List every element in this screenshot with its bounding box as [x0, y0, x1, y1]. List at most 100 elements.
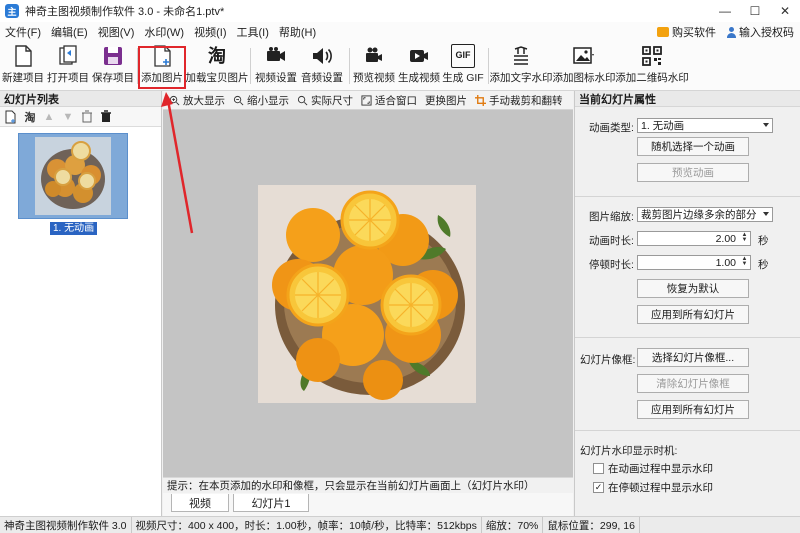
save-project-button[interactable]: 保存项目 — [92, 44, 134, 88]
menu-view[interactable]: 视图(V) — [93, 24, 140, 40]
zoom-out-button[interactable]: 缩小显示 — [233, 93, 289, 108]
frame-label: 幻灯片像框: — [580, 354, 636, 366]
spinner-arrows-icon[interactable]: ▲ ▼ — [740, 256, 749, 268]
apply-frame-all-button[interactable]: 应用到所有幻灯片 — [637, 400, 749, 419]
menu-video[interactable]: 视频(I) — [189, 24, 231, 40]
add-image-watermark-button[interactable]: 添加图标水印 — [553, 44, 616, 88]
tab-slide-1[interactable]: 幻灯片1 — [233, 494, 309, 512]
anim-duration-input[interactable]: 2.00 ▲ ▼ — [637, 231, 751, 246]
menu-edit[interactable]: 编辑(E) — [46, 24, 93, 40]
video-settings-button[interactable]: 视频设置 — [254, 44, 298, 88]
menu-tools[interactable]: 工具(I) — [232, 24, 274, 40]
add-image-highlight — [138, 46, 186, 89]
new-file-icon — [15, 45, 32, 67]
window-title: 神奇主图视频制作软件 3.0 - 未命名1.ptv* — [25, 6, 225, 18]
add-qr-watermark-button[interactable]: 添加二维码水印 — [615, 44, 689, 88]
show-during-pause-checkbox[interactable]: ✓ 在停顿过程中显示水印 — [593, 480, 713, 495]
view-toolbar: 放大显示 缩小显示 实际尺寸 适合窗口 更换图片 手动裁剪和翻转 — [163, 91, 573, 110]
crop-flip-button[interactable]: 手动裁剪和翻转 — [475, 93, 563, 108]
status-zoom: 缩放：70% — [482, 516, 544, 533]
actual-size-button[interactable]: 实际尺寸 — [297, 93, 353, 108]
hint-text: 提示：在本页添加的水印和像框，只会显示在当前幻灯片画面上（幻灯片水印） — [163, 477, 573, 493]
save-disk-icon — [104, 47, 122, 65]
show-during-anim-checkbox[interactable]: 在动画过程中显示水印 — [593, 461, 713, 476]
minimize-button[interactable]: — — [710, 0, 740, 22]
buy-label: 购买软件 — [672, 27, 716, 39]
slide-properties-panel: 当前幻灯片属性 动画类型: 1. 无动画 随机选择一个动画 预览动画 图片缩放:… — [574, 91, 800, 516]
preview-video-button[interactable]: 预览视频 — [352, 44, 396, 88]
properties-title: 当前幻灯片属性 — [575, 91, 800, 107]
actual-size-icon — [297, 95, 308, 105]
select-frame-button[interactable]: 选择幻灯片像框... — [637, 348, 749, 367]
slide-thumbnail-image — [35, 137, 111, 215]
license-label: 输入授权码 — [739, 27, 794, 39]
reset-default-button[interactable]: 恢复为默认 — [637, 279, 749, 298]
speaker-icon — [313, 48, 332, 64]
title-bar: 主 神奇主图视频制作软件 3.0 - 未命名1.ptv* — ☐ ✕ — [0, 0, 800, 22]
watermark-time-label: 幻灯片水印显示时机: — [580, 445, 678, 457]
checkbox-unchecked-icon — [593, 463, 604, 474]
user-icon — [726, 26, 736, 38]
status-video-info: 视频尺寸：400 x 400，时长：1.00秒，帧率：10帧/秒，比特率：512… — [132, 516, 482, 533]
generate-video-button[interactable]: 生成视频 — [397, 44, 441, 88]
text-watermark-icon — [514, 46, 528, 65]
generate-gif-button[interactable]: GIF 生成 GIF — [441, 44, 485, 88]
anim-type-select[interactable]: 1. 无动画 — [637, 118, 773, 133]
image-scale-label: 图片缩放: — [589, 211, 634, 223]
camera-icon — [366, 47, 382, 62]
anim-duration-label: 动画时长: — [589, 235, 634, 247]
checkmark-icon: ✓ — [593, 482, 604, 493]
enter-license-link[interactable]: 输入授权码 — [726, 24, 794, 40]
add-text-watermark-button[interactable]: 添加文字水印 — [490, 44, 553, 88]
trash-icon[interactable] — [99, 110, 113, 124]
zoom-in-button[interactable]: 放大显示 — [169, 93, 225, 108]
seconds-unit: 秒 — [758, 259, 769, 271]
menu-watermark[interactable]: 水印(W) — [139, 24, 189, 40]
tab-video[interactable]: 视频 — [171, 494, 229, 512]
delete-slide-icon[interactable] — [80, 110, 94, 124]
close-button[interactable]: ✕ — [770, 0, 800, 22]
main-toolbar: 新建项目 打开项目 保存项目 添加图片 淘 加载宝贝图片 视频设置 音频设置 预… — [0, 42, 800, 91]
new-project-button[interactable]: 新建项目 — [2, 44, 44, 88]
load-baobei-image-button[interactable]: 淘 加载宝贝图片 — [186, 44, 249, 88]
move-down-icon[interactable]: ▼ — [61, 110, 75, 124]
menu-bar: 文件(F) 编辑(E) 视图(V) 水印(W) 视频(I) 工具(I) 帮助(H… — [0, 22, 800, 42]
add-slide-icon[interactable] — [4, 110, 18, 124]
seconds-unit: 秒 — [758, 235, 769, 247]
bottom-tabs: 视频 幻灯片1 — [163, 493, 573, 516]
play-video-icon — [410, 50, 428, 62]
image-scale-select[interactable]: 裁剪图片边缘多余的部分 — [637, 207, 773, 222]
pause-duration-input[interactable]: 1.00 ▲ ▼ — [637, 255, 751, 270]
open-project-button[interactable]: 打开项目 — [47, 44, 89, 88]
slide-thumbnail[interactable] — [18, 133, 128, 219]
zoom-in-icon — [169, 95, 180, 105]
buy-software-link[interactable]: 购买软件 — [657, 24, 716, 40]
random-anim-button[interactable]: 随机选择一个动画 — [637, 137, 749, 156]
crop-icon — [475, 94, 486, 106]
menu-file[interactable]: 文件(F) — [0, 24, 46, 40]
maximize-button[interactable]: ☐ — [740, 0, 770, 22]
taobao-add-icon[interactable]: 淘 — [23, 110, 37, 124]
menu-help[interactable]: 帮助(H) — [274, 24, 321, 40]
anim-type-label: 动画类型: — [589, 122, 634, 134]
preview-anim-button[interactable]: 预览动画 — [637, 163, 749, 182]
zoom-out-icon — [233, 95, 244, 105]
preview-area: 放大显示 缩小显示 实际尺寸 适合窗口 更换图片 手动裁剪和翻转 提示：在本页添… — [163, 91, 573, 516]
move-up-icon[interactable]: ▲ — [42, 110, 56, 124]
image-watermark-icon — [573, 47, 594, 64]
app-logo-icon: 主 — [5, 4, 19, 18]
slide-canvas-image[interactable] — [258, 185, 476, 403]
audio-settings-button[interactable]: 音频设置 — [300, 44, 344, 88]
slide-list-title: 幻灯片列表 — [0, 91, 161, 107]
gif-icon: GIF — [451, 44, 475, 68]
pause-duration-label: 停顿时长: — [589, 259, 634, 271]
fit-window-icon — [361, 94, 372, 106]
clear-frame-button[interactable]: 清除幻灯片像框 — [637, 374, 749, 393]
apply-all-slides-button[interactable]: 应用到所有幻灯片 — [637, 305, 749, 324]
replace-image-button[interactable]: 更换图片 — [425, 93, 467, 108]
taobao-icon: 淘 — [208, 46, 226, 66]
slide-list-tools: 淘 ▲ ▼ — [0, 107, 161, 127]
fit-window-button[interactable]: 适合窗口 — [361, 93, 417, 108]
open-project-icon — [59, 45, 77, 65]
spinner-arrows-icon[interactable]: ▲ ▼ — [740, 232, 749, 244]
